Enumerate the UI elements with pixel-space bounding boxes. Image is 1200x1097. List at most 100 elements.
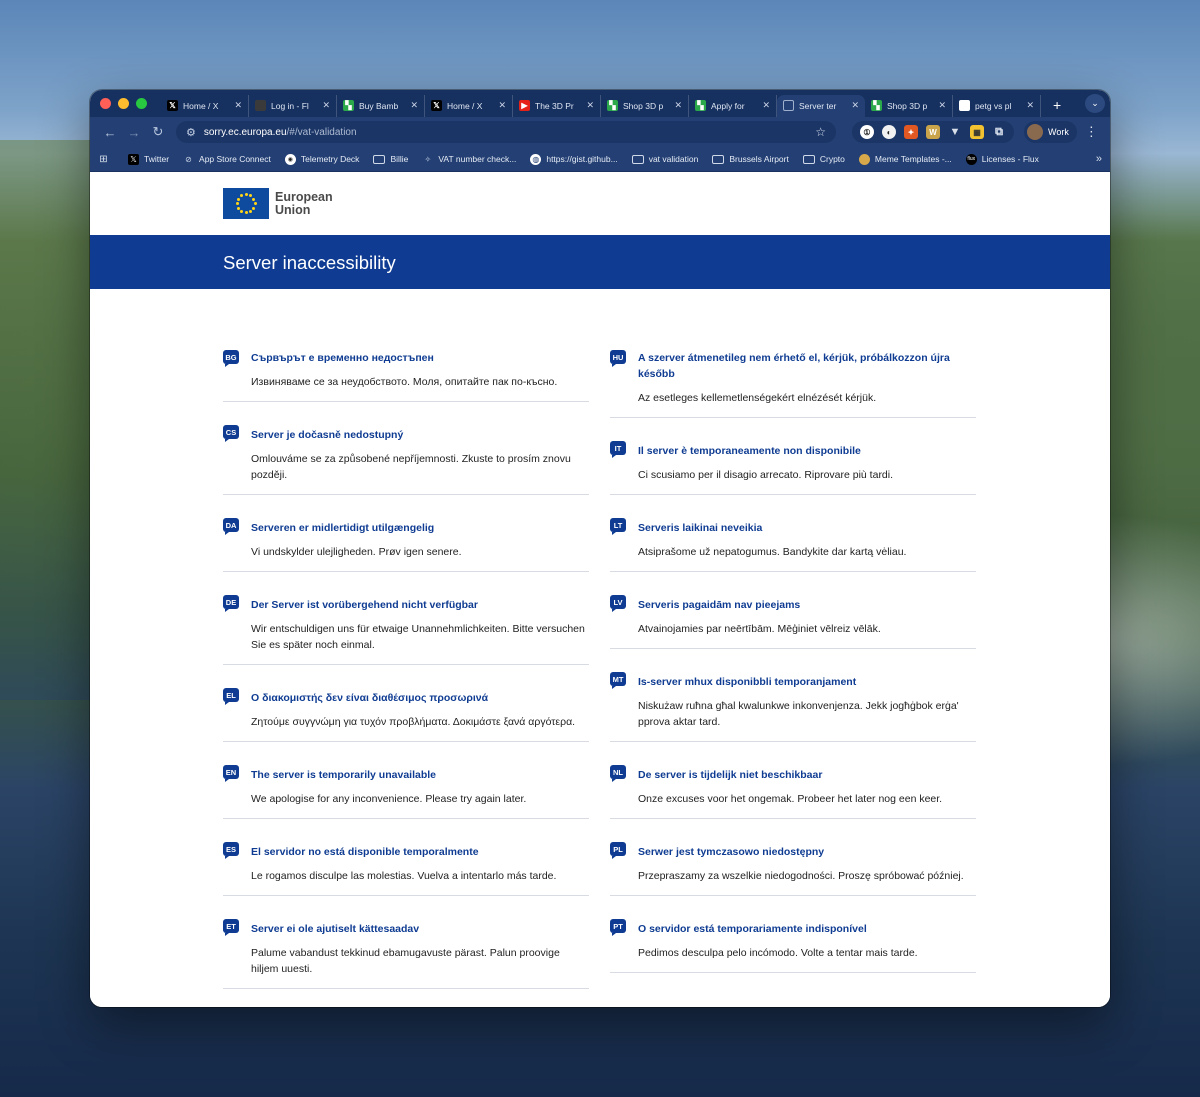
tab-title: Shop 3D p — [623, 100, 664, 111]
eu-icon: ✧ — [424, 154, 432, 164]
browser-toolbar: ← → ↻ ⚙ sorry.ec.europa.eu/#/vat-validat… — [90, 117, 1110, 147]
close-tab-icon[interactable]: ✕ — [498, 100, 506, 111]
message-title: Is-server mhux disponibbli temporanjamen… — [638, 676, 857, 688]
message-title: Serwer jest tymczasowo niedostępny — [638, 846, 825, 858]
fox-extension-icon[interactable]: ✦ — [904, 125, 918, 139]
bookmark-item[interactable]: ⊘ App Store Connect — [183, 154, 271, 165]
url-host: sorry.ec.europa.eu — [203, 126, 287, 138]
folder-icon — [802, 154, 815, 164]
close-tab-icon[interactable]: ✕ — [410, 100, 418, 111]
bookmark-item[interactable]: ✧ VAT number check... — [422, 154, 517, 165]
message-title: Serveren er midlertidigt utilgængelig — [251, 522, 435, 534]
bookmark-item[interactable]: vat validation — [631, 154, 699, 165]
close-tab-icon[interactable]: ✕ — [586, 100, 594, 111]
back-arrow-icon[interactable]: ← — [98, 125, 122, 140]
close-tab-icon[interactable]: ✕ — [938, 100, 946, 111]
message-title: De server is tijdelijk niet beschikbaar — [638, 769, 823, 781]
puzzle-extensions-icon[interactable]: ⧉ — [992, 125, 1006, 139]
site-header: European Union — [90, 172, 1110, 235]
w-extension-icon[interactable]: W — [926, 125, 940, 139]
browser-tab[interactable]: ▚ Buy Bamb ✕ — [337, 94, 425, 117]
message-body: Извиняваме се за неудобството. Моля, опи… — [251, 376, 558, 388]
language-badge: LT — [610, 518, 626, 535]
language-badge: CS — [223, 425, 239, 442]
new-tab-button[interactable]: + — [1053, 97, 1061, 113]
browser-tab[interactable]: Server ter ✕ — [777, 94, 865, 117]
onepassword-extension-icon[interactable]: ① — [860, 125, 874, 139]
tab-title: Apply for — [711, 100, 745, 111]
flag-star — [240, 209, 243, 213]
minimize-window-button[interactable] — [118, 98, 129, 109]
profile-label: Work — [1048, 127, 1069, 137]
grid-extension-icon[interactable]: ▦ — [970, 125, 984, 139]
tab-title: petg vs pl — [975, 100, 1012, 111]
x-logo-icon: 𝕏 — [431, 100, 442, 111]
more-bookmarks-icon[interactable]: » — [1096, 153, 1102, 165]
youtube-icon: ▶ — [519, 100, 530, 111]
zoom-window-button[interactable] — [136, 98, 147, 109]
message-title: Der Server ist vorübergehend nicht verfü… — [251, 599, 478, 611]
browser-tab[interactable]: ▶ The 3D Pr ✕ — [513, 94, 601, 117]
browser-tab[interactable]: Gpetg vs pl ✕ — [953, 94, 1041, 117]
language-message: NL De server is tijdelijk niet beschikbaa… — [610, 755, 976, 819]
browser-window: 𝕏 Home / X ✕ Log in - Fl ✕ ▚ Buy Bamb ✕ 𝕏 Home / … — [90, 90, 1110, 1007]
tab-title: The 3D Pr — [535, 100, 574, 111]
language-badge: DE — [223, 595, 239, 612]
apps-grid-icon[interactable]: ⊞ — [98, 154, 114, 165]
language-message: BG Сървърът е временно недостъпен Извинява… — [223, 340, 589, 402]
browser-tab[interactable]: Log in - Fl ✕ — [249, 94, 337, 117]
language-message: PT O servidor está temporariamente indisp… — [610, 909, 976, 973]
close-window-button[interactable] — [100, 98, 111, 109]
more-menu-icon[interactable]: ⋮ — [1085, 124, 1098, 140]
tab-search-chevron-icon[interactable]: ⌄ — [1085, 94, 1105, 113]
circle-extension-icon[interactable]: ◐ — [882, 125, 896, 139]
folder-icon — [373, 154, 386, 164]
language-message: ES El servidor no está disponible tempora… — [223, 832, 589, 896]
wallpaper — [0, 140, 90, 700]
address-bar[interactable]: ⚙ sorry.ec.europa.eu/#/vat-validation ☆ — [176, 121, 836, 143]
bookmark-label: vat validation — [648, 154, 699, 164]
bookmark-item[interactable]: ◍ https://gist.github... — [530, 153, 618, 165]
bambu-icon: ▚ — [695, 100, 706, 111]
bookmark-label: App Store Connect — [199, 154, 271, 164]
folder-icon — [631, 154, 644, 164]
bookmark-item[interactable]: Billie — [373, 154, 408, 165]
close-tab-icon[interactable]: ✕ — [1026, 100, 1034, 111]
bookmark-label: Billie — [390, 154, 409, 164]
close-tab-icon[interactable]: ✕ — [674, 100, 682, 111]
bookmark-item[interactable]: Crypto — [802, 154, 845, 165]
language-message: EN The server is temporarily unavailable W… — [223, 755, 589, 819]
flag-star — [252, 206, 256, 210]
message-title: Serveris pagaidām nav pieejams — [638, 599, 801, 611]
browser-tab[interactable]: ▚ Apply for ✕ — [689, 94, 777, 117]
browser-tab[interactable]: 𝕏 Home / X ✕ — [425, 94, 513, 117]
close-tab-icon[interactable]: ✕ — [762, 100, 770, 111]
eu-logo-text: European Union — [275, 190, 333, 217]
forward-arrow-icon[interactable]: → — [122, 125, 146, 140]
bookmark-star-icon[interactable]: ☆ — [815, 125, 826, 139]
language-badge: PL — [610, 842, 626, 859]
close-tab-icon[interactable]: ✕ — [322, 100, 330, 111]
bookmark-item[interactable]: 𝕏 Twitter — [128, 153, 169, 165]
bookmark-label: Telemetry Deck — [300, 154, 360, 164]
browser-tab[interactable]: ▚ Shop 3D p ✕ — [601, 94, 689, 117]
app-store-icon: ⊘ — [185, 154, 192, 164]
reload-icon[interactable]: ↻ — [146, 124, 170, 140]
bookmark-item[interactable]: Meme Templates -... — [858, 153, 952, 165]
flag-star — [236, 197, 240, 201]
bookmark-item[interactable]: flux Licenses - Flux — [965, 153, 1039, 165]
flag-star — [249, 209, 252, 213]
browser-tab[interactable]: 𝕏 Home / X ✕ — [161, 94, 249, 117]
profile-button[interactable]: Work — [1024, 121, 1077, 143]
close-tab-icon[interactable]: ✕ — [234, 100, 242, 111]
browser-tab[interactable]: ▚ Shop 3D p ✕ — [865, 94, 953, 117]
site-info-icon[interactable]: ⚙ — [186, 126, 196, 139]
eu-logo[interactable]: European Union — [223, 188, 333, 219]
bookmark-item[interactable]: ◉ Telemetry Deck — [284, 153, 360, 165]
vee-extension-icon[interactable]: ▼ — [948, 125, 962, 139]
x-logo-icon: 𝕏 — [128, 153, 139, 165]
tab-title: Buy Bamb — [359, 100, 399, 111]
bookmark-item[interactable]: Brussels Airport — [712, 154, 789, 165]
close-tab-icon[interactable]: ✕ — [851, 100, 859, 111]
eu-flag-icon — [223, 188, 269, 219]
